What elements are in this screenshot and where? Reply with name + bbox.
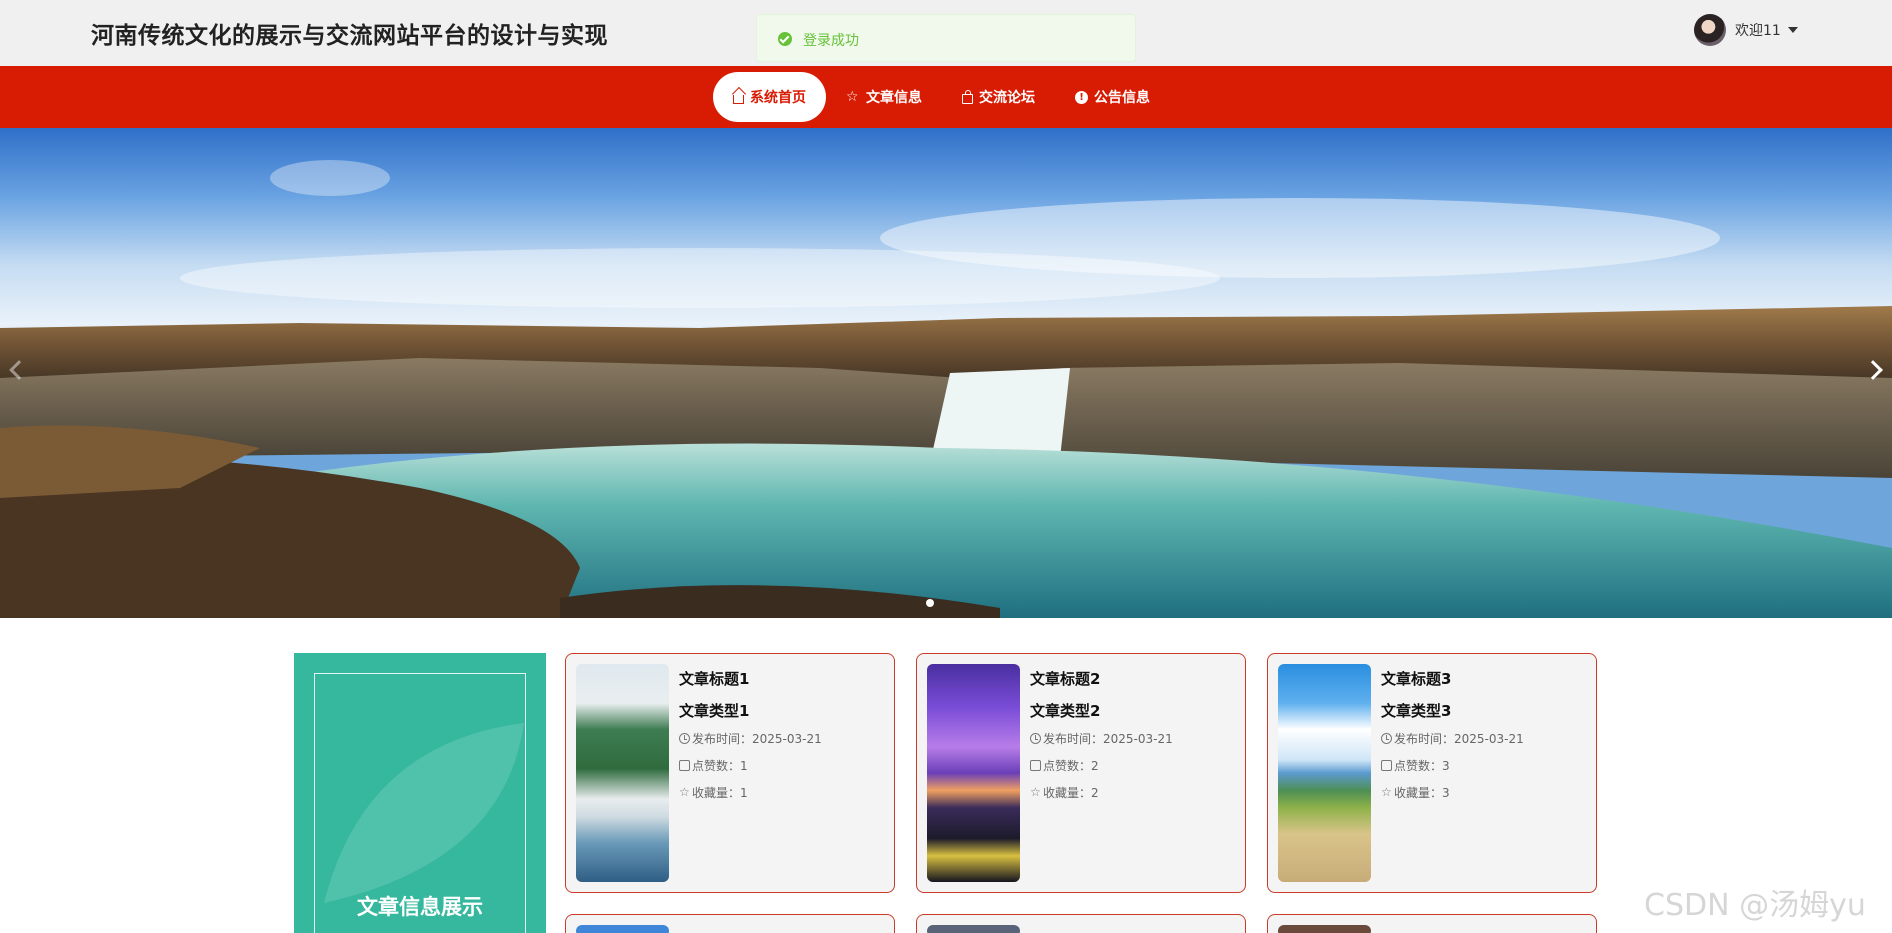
likes-text: 点赞数：1: [692, 759, 748, 773]
publish-text: 发布时间：2025-03-21: [692, 732, 822, 746]
article-favorites: ☆ 收藏量：2: [1030, 784, 1099, 801]
favorites-text: 收藏量：3: [1394, 786, 1450, 800]
caret-down-icon[interactable]: [1787, 27, 1798, 33]
article-title[interactable]: 文章标题3: [1381, 668, 1451, 689]
nav-item-label: 交流论坛: [979, 90, 1035, 106]
success-check-icon: [778, 32, 792, 46]
banner-carousel[interactable]: [0, 128, 1892, 618]
nav-item-forum[interactable]: 交流论坛: [942, 72, 1055, 122]
article-type: 文章类型3: [1381, 702, 1452, 720]
user-menu[interactable]: 欢迎11: [1694, 14, 1798, 46]
thumbs-up-icon: [679, 760, 690, 771]
main-nav: 系统首页 ☆ 文章信息 交流论坛 ! 公告信息: [0, 66, 1892, 128]
article-card[interactable]: [1267, 914, 1597, 933]
article-publish-time: 发布时间：2025-03-21: [1030, 730, 1173, 747]
article-card[interactable]: [916, 914, 1246, 933]
nav-item-label: 公告信息: [1094, 90, 1150, 106]
article-thumbnail[interactable]: [1278, 925, 1371, 933]
article-favorites: ☆ 收藏量：1: [679, 784, 748, 801]
csdn-watermark: CSDN @汤姆yu: [1644, 888, 1866, 923]
star-icon: ☆: [679, 785, 690, 799]
article-type: 文章类型1: [679, 702, 750, 720]
favorites-text: 收藏量：2: [1043, 786, 1099, 800]
login-success-toast: 登录成功: [756, 14, 1136, 62]
avatar[interactable]: [1694, 14, 1726, 46]
carousel-indicator[interactable]: [926, 599, 934, 607]
article-title[interactable]: 文章标题1: [679, 668, 749, 689]
welcome-text[interactable]: 欢迎11: [1735, 20, 1781, 40]
article-section-banner: 文章信息展示: [294, 653, 546, 933]
article-likes: 点赞数：3: [1381, 757, 1450, 774]
toast-message: 登录成功: [803, 33, 859, 49]
article-card[interactable]: 文章标题3 文章类型3 发布时间：2025-03-21 点赞数：3 ☆ 收藏量：…: [1267, 653, 1597, 893]
article-type: 文章类型2: [1030, 702, 1101, 720]
favorites-text: 收藏量：1: [692, 786, 748, 800]
publish-text: 发布时间：2025-03-21: [1043, 732, 1173, 746]
article-likes: 点赞数：2: [1030, 757, 1099, 774]
nav-item-notices[interactable]: ! 公告信息: [1055, 72, 1170, 122]
thumbs-up-icon: [1381, 760, 1392, 771]
article-publish-time: 发布时间：2025-03-21: [679, 730, 822, 747]
clock-icon: [1381, 733, 1392, 744]
section-caption: 文章信息展示: [357, 895, 483, 919]
star-icon: ☆: [1030, 785, 1041, 799]
article-thumbnail[interactable]: [927, 664, 1020, 882]
clock-icon: [1030, 733, 1041, 744]
waterfall-landscape-image: [0, 160, 1892, 618]
article-card[interactable]: 文章标题1 文章类型1 发布时间：2025-03-21 点赞数：1 ☆ 收藏量：…: [565, 653, 895, 893]
bag-icon: [962, 90, 973, 104]
article-card[interactable]: [565, 914, 895, 933]
likes-text: 点赞数：3: [1394, 759, 1450, 773]
site-title: 河南传统文化的展示与交流网站平台的设计与实现: [91, 23, 608, 49]
article-publish-time: 发布时间：2025-03-21: [1381, 730, 1524, 747]
nav-item-label: 文章信息: [866, 90, 922, 106]
article-title[interactable]: 文章标题2: [1030, 668, 1100, 689]
article-likes: 点赞数：1: [679, 757, 748, 774]
article-thumbnail[interactable]: [1278, 664, 1371, 882]
star-icon: ☆: [846, 89, 859, 105]
article-thumbnail[interactable]: [927, 925, 1020, 933]
likes-text: 点赞数：2: [1043, 759, 1099, 773]
publish-text: 发布时间：2025-03-21: [1394, 732, 1524, 746]
home-icon: [733, 94, 744, 104]
article-thumbnail[interactable]: [576, 925, 669, 933]
info-icon: !: [1075, 90, 1088, 104]
article-card[interactable]: 文章标题2 文章类型2 发布时间：2025-03-21 点赞数：2 ☆ 收藏量：…: [916, 653, 1246, 893]
article-favorites: ☆ 收藏量：3: [1381, 784, 1450, 801]
nav-item-label: 系统首页: [750, 90, 806, 106]
clock-icon: [679, 733, 690, 744]
nav-item-home[interactable]: 系统首页: [713, 72, 826, 122]
star-icon: ☆: [1381, 785, 1392, 799]
nav-item-articles[interactable]: ☆ 文章信息: [826, 72, 942, 122]
article-thumbnail[interactable]: [576, 664, 669, 882]
thumbs-up-icon: [1030, 760, 1041, 771]
top-header: 河南传统文化的展示与交流网站平台的设计与实现 登录成功 欢迎11: [0, 0, 1892, 66]
